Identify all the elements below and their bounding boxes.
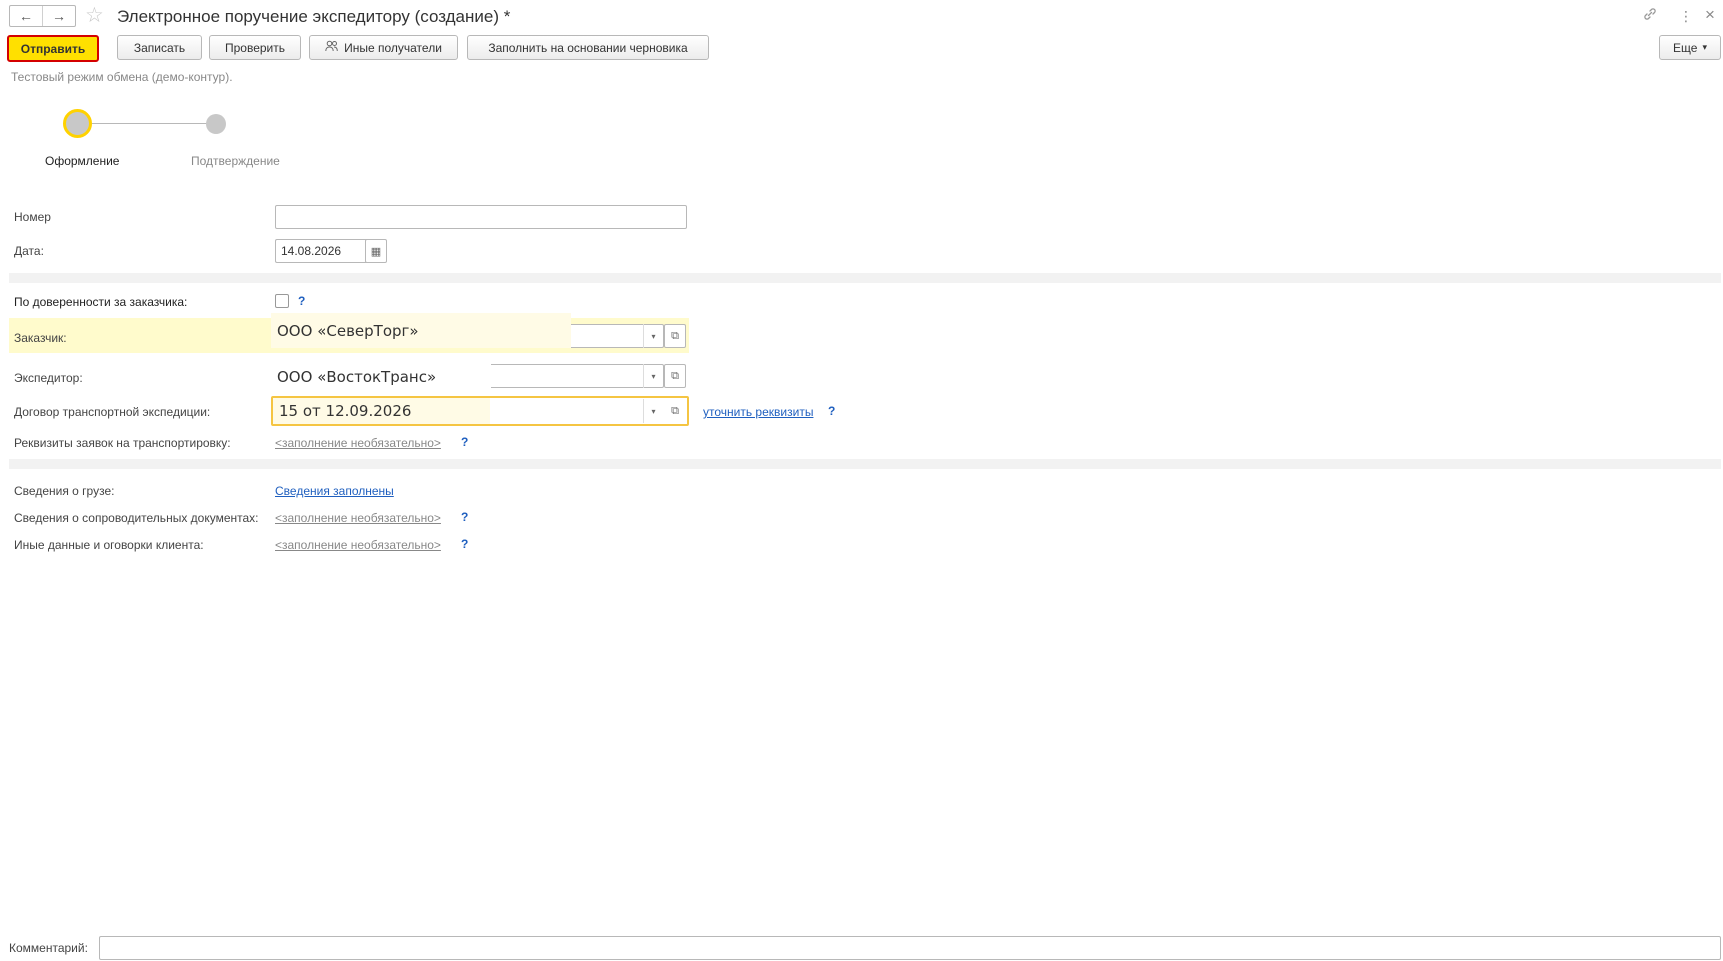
users-icon xyxy=(325,40,338,55)
date-field[interactable]: 14.08.2026 xyxy=(275,239,367,263)
more-vertical-icon[interactable]: ⋮ xyxy=(1679,8,1693,25)
open-icon[interactable]: ⧉ xyxy=(664,399,686,423)
help-icon[interactable]: ? xyxy=(461,510,468,524)
page-title: Электронное поручение экспедитору (созда… xyxy=(117,7,511,26)
open-icon[interactable]: ⧉ xyxy=(664,364,686,388)
step-label-design: Оформление xyxy=(45,154,120,168)
back-arrow-icon[interactable]: ← xyxy=(10,6,42,26)
comment-field[interactable] xyxy=(99,936,1721,960)
close-icon[interactable]: × xyxy=(1705,5,1715,25)
chevron-down-icon: ▾ xyxy=(1702,42,1707,52)
help-icon[interactable]: ? xyxy=(461,435,468,449)
fill-from-draft-button[interactable]: Заполнить на основании черновика xyxy=(467,35,709,60)
number-field[interactable] xyxy=(275,205,687,229)
proxy-label: По доверенности за заказчика: xyxy=(14,295,188,309)
section-separator xyxy=(9,459,1721,469)
link-icon[interactable] xyxy=(1642,6,1658,26)
contract-label: Договор транспортной экспедиции: xyxy=(14,405,211,419)
forward-arrow-icon[interactable]: → xyxy=(42,6,75,26)
cargo-label: Сведения о грузе: xyxy=(14,484,115,498)
open-icon[interactable]: ⧉ xyxy=(664,324,686,348)
history-nav: ← → xyxy=(9,5,76,27)
more-button[interactable]: Еще ▾ xyxy=(1659,35,1721,60)
accompanying-docs-link[interactable]: <заполнение необязательно> xyxy=(275,511,441,525)
check-button[interactable]: Проверить xyxy=(209,35,301,60)
send-button[interactable]: Отправить xyxy=(7,35,99,62)
test-mode-notice: Тестовый режим обмена (демо-контур). xyxy=(11,70,233,84)
accompanying-docs-label: Сведения о сопроводительных документах: xyxy=(14,511,259,525)
cargo-link[interactable]: Сведения заполнены xyxy=(275,484,394,498)
chevron-down-icon[interactable]: ▾ xyxy=(643,324,663,348)
forwarder-label: Экспедитор: xyxy=(14,371,83,385)
help-icon[interactable]: ? xyxy=(461,537,468,551)
other-data-label: Иные данные и оговорки клиента: xyxy=(14,538,204,552)
more-label: Еще xyxy=(1673,40,1698,55)
proxy-checkbox[interactable] xyxy=(275,294,289,308)
step-indicator-active xyxy=(63,109,92,138)
chevron-down-icon[interactable]: ▾ xyxy=(643,364,663,388)
help-icon[interactable]: ? xyxy=(828,404,835,418)
step-connector xyxy=(92,123,217,124)
help-icon[interactable]: ? xyxy=(298,294,305,308)
other-data-link[interactable]: <заполнение необязательно> xyxy=(275,538,441,552)
step-label-confirm: Подтверждение xyxy=(191,154,280,168)
other-recipients-label: Иные получатели xyxy=(344,40,442,55)
save-button[interactable]: Записать xyxy=(117,35,202,60)
transport-requisites-link[interactable]: <заполнение необязательно> xyxy=(275,436,441,450)
other-recipients-button[interactable]: Иные получатели xyxy=(309,35,458,60)
contract-value: 15 от 12.09.2026 xyxy=(273,398,490,424)
date-label: Дата: xyxy=(14,244,44,258)
step-indicator-inactive xyxy=(206,114,226,134)
customer-value: ООО «СеверТорг» xyxy=(271,313,571,348)
customer-label: Заказчик: xyxy=(14,331,67,345)
favorite-star-icon[interactable]: ☆ xyxy=(85,5,104,26)
section-separator xyxy=(9,273,1721,283)
forwarder-value: ООО «ВостокТранс» xyxy=(271,361,491,393)
clarify-details-link[interactable]: уточнить реквизиты xyxy=(703,405,813,419)
calendar-icon[interactable]: ▦ xyxy=(365,239,387,263)
comment-label: Комментарий: xyxy=(9,941,88,955)
transport-requisites-label: Реквизиты заявок на транспортировку: xyxy=(14,436,231,450)
chevron-down-icon[interactable]: ▾ xyxy=(643,399,663,423)
number-label: Номер xyxy=(14,210,51,224)
